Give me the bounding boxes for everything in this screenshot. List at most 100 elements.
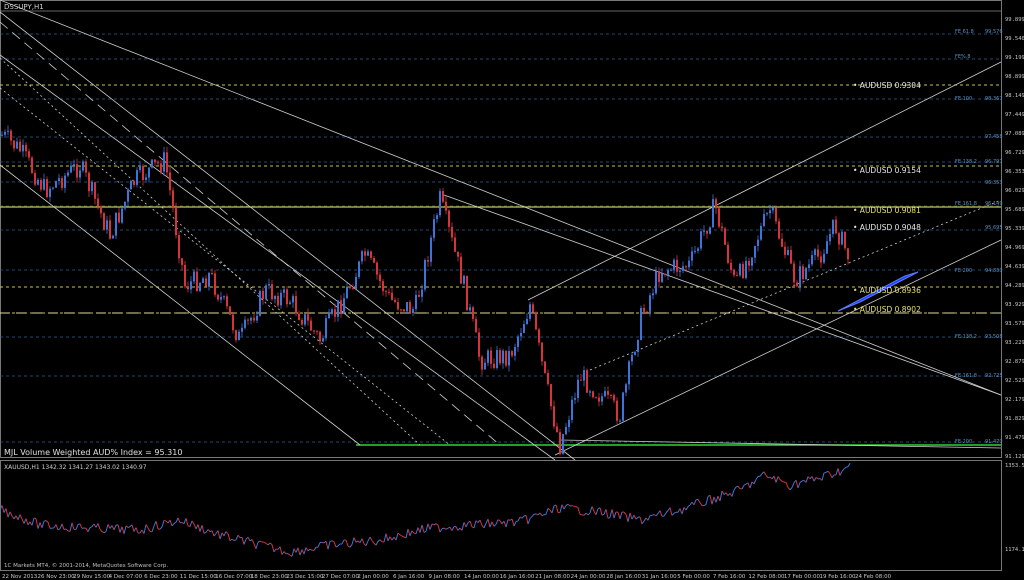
price-tick-label: 97.089 [1005, 131, 1024, 137]
candle-body [349, 286, 351, 288]
xauusd-segment [831, 474, 835, 478]
candle-body [619, 420, 621, 422]
fib-level-value: 92.725 [985, 373, 1003, 379]
xauusd-segment [491, 521, 495, 527]
xauusd-segment [427, 523, 431, 530]
xauusd-segment [587, 512, 591, 516]
candle-body [826, 241, 828, 254]
xauusd-segment [57, 528, 61, 531]
candle-body [424, 260, 426, 290]
candle-body [358, 261, 360, 277]
chart-canvas[interactable]: DSSUPY,H1 XAUUSD,H1 1342.32 1341.27 1343… [0, 0, 1024, 580]
candle-body [322, 338, 324, 342]
xauusd-segment [105, 524, 109, 532]
audusd-level-label: • AUDUSD 0.8936 [853, 286, 921, 295]
candle-body [115, 212, 117, 236]
candle-body [622, 392, 624, 421]
candle-body [664, 273, 666, 275]
candle-body [343, 298, 345, 314]
candle-body [253, 317, 255, 321]
xauusd-segment [213, 533, 217, 537]
fib-level-value: 94.830 [985, 268, 1003, 274]
time-tick-label: 4 Dec 07:00 [109, 574, 143, 580]
candle-body [535, 312, 537, 330]
audusd-level-label: • AUDUSD 0.9304 [853, 81, 921, 90]
xauusd-segment [473, 520, 477, 529]
xauusd-segment [463, 522, 467, 527]
xauusd-segment [415, 527, 419, 534]
candle-body [385, 291, 387, 293]
time-tick-label: 28 Jan 16:00 [606, 574, 641, 580]
candle-body [553, 406, 555, 427]
time-tick-label: 31 Jan 16:00 [642, 574, 677, 580]
candle-body [301, 320, 303, 325]
xauusd-segment [313, 546, 317, 551]
audusd-labels: • AUDUSD 0.9304 • AUDUSD 0.9154 • AUDUSD 0… [853, 81, 921, 314]
sub-chart-title: XAUUSD,H1 1342.32 1341.27 1343.02 1340.9… [4, 464, 147, 471]
xauusd-segment [843, 466, 847, 470]
xauusd-segment [431, 523, 435, 526]
candle-body [370, 251, 372, 258]
xauusd-segment [419, 524, 423, 533]
xauusd-segment [279, 546, 283, 555]
candle-body [817, 249, 819, 257]
xauusd-segment [267, 542, 271, 546]
xauusd-segment [623, 511, 627, 515]
candle-body [556, 426, 558, 433]
candle-body [304, 314, 306, 325]
main-chart-frame [0, 0, 1002, 458]
xauusd-segment [23, 518, 27, 524]
candle-body [445, 201, 447, 211]
candle-body [391, 292, 393, 300]
candle-body [823, 253, 825, 263]
candle-body [133, 180, 135, 185]
candle-body [514, 346, 516, 356]
candle-body [586, 370, 588, 393]
candle-body [388, 292, 390, 294]
xauusd-segment [75, 524, 79, 530]
xauusd-segment [271, 544, 275, 552]
candle-body [529, 304, 531, 319]
xauusd-segment [439, 528, 443, 533]
candle-body [577, 379, 579, 399]
xauusd-segment [39, 522, 43, 528]
candle-body [478, 332, 480, 357]
xauusd-segment [155, 521, 159, 530]
candle-body [550, 384, 552, 407]
xauusd-segment [201, 525, 205, 534]
xauusd-segment [725, 492, 729, 496]
xauusd-segment [709, 495, 713, 505]
xauusd-segment [713, 496, 717, 503]
candle-body [733, 269, 735, 276]
time-tick-label: 2 Jan 00:00 [357, 574, 389, 580]
audusd-level-label: • AUDUSD 0.9154 [853, 166, 921, 175]
price-tick-label: 99.899 [1005, 17, 1024, 23]
xauusd-segment [655, 513, 659, 517]
candle-body [232, 314, 234, 331]
xauusd-segment [545, 508, 549, 515]
candle-body [307, 314, 309, 321]
candle-body [736, 275, 738, 277]
candle-body [199, 282, 201, 291]
xauusd-segment [627, 512, 631, 522]
xauusd-segment [107, 524, 111, 529]
candle-body [136, 170, 138, 185]
candle-body [754, 245, 756, 258]
candle-body [463, 275, 465, 284]
candle-body [601, 396, 603, 402]
price-tick-label: 98.899 [1005, 74, 1024, 80]
xauusd-segment [299, 549, 303, 556]
candle-body [16, 141, 18, 149]
xauusd-segment [385, 533, 389, 541]
candle-body [649, 295, 651, 312]
candle-body [496, 350, 498, 368]
candle-body [190, 281, 192, 290]
xauusd-segment [47, 522, 51, 529]
xauusd-segment [821, 472, 825, 481]
xauusd-segment [345, 540, 349, 547]
candle-body [517, 336, 519, 347]
candle-body [628, 361, 630, 385]
candle-body [181, 258, 183, 265]
candle-body [652, 293, 654, 296]
xauusd-segment [513, 521, 517, 527]
